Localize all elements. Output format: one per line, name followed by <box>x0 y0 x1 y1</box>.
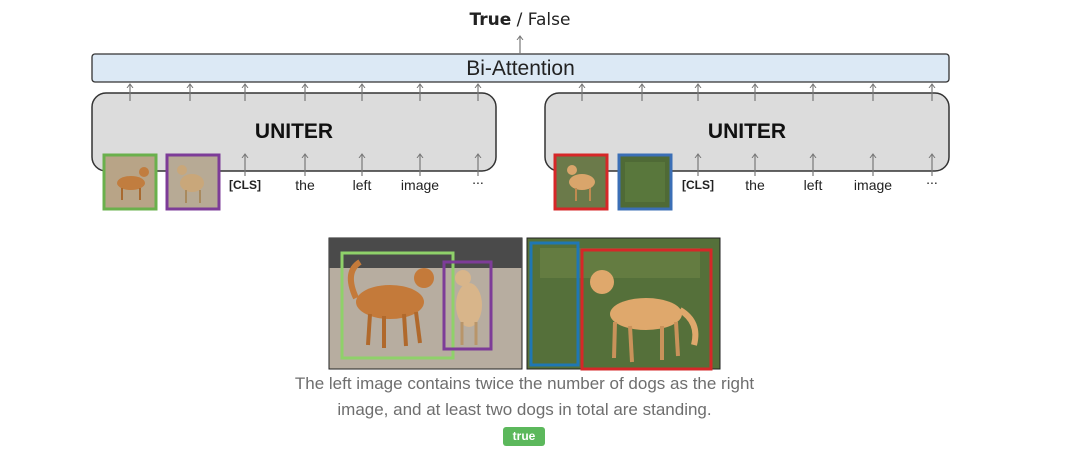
answer-badge: true <box>503 427 545 446</box>
output-separator: / <box>511 10 528 30</box>
output-false-label: False <box>527 10 571 30</box>
region-thumbnail-purple <box>165 153 221 211</box>
token-image-left: image <box>400 177 440 193</box>
token-ellipsis-right: ... <box>926 171 938 187</box>
output-label: True / False <box>0 10 1040 30</box>
token-the-right: the <box>745 177 765 193</box>
token-cls-right: [CLS] <box>682 178 714 192</box>
caption-line-2: image, and at least two dogs in total ar… <box>337 400 712 419</box>
bi-attention-label: Bi-Attention <box>466 57 575 80</box>
token-left-right: left <box>803 177 823 193</box>
right-example-image <box>526 237 721 371</box>
token-image-right: image <box>853 177 893 193</box>
example-caption: The left image contains twice the number… <box>265 371 784 423</box>
token-the-left: the <box>295 177 315 193</box>
token-cls-left: [CLS] <box>229 178 261 192</box>
token-left-left: left <box>352 177 372 193</box>
region-thumbnail-green <box>102 153 158 211</box>
left-example-image <box>328 237 523 370</box>
uniter-left-label: UNITER <box>254 120 334 143</box>
caption-line-1: The left image contains twice the number… <box>294 374 755 393</box>
region-thumbnail-blue <box>617 153 673 211</box>
region-thumbnail-red <box>553 153 609 211</box>
uniter-right-label: UNITER <box>707 120 787 143</box>
output-true-label: True <box>469 10 512 30</box>
token-ellipsis-left: ... <box>472 171 484 187</box>
